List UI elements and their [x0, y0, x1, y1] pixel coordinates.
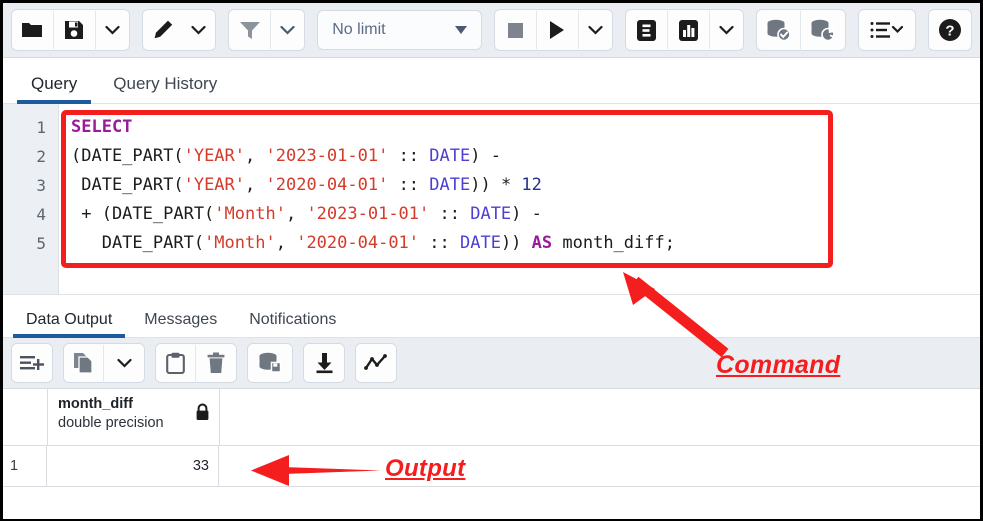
annotation-command-label: Command: [716, 351, 840, 380]
add-row-button[interactable]: [12, 345, 52, 381]
query-tool-window: No limit: [0, 0, 983, 521]
code-line: DATE_PART('YEAR', '2020-04-01' :: DATE))…: [71, 171, 980, 200]
execute-button[interactable]: [537, 11, 579, 49]
row-edit-group: [11, 343, 53, 383]
tab-data-output[interactable]: Data Output: [13, 311, 125, 337]
delete-button[interactable]: [196, 345, 236, 381]
grid-rownum-header: [3, 389, 48, 445]
svg-text:?: ?: [945, 23, 954, 40]
line-number: 4: [3, 200, 58, 229]
column-type: double precision: [58, 414, 211, 433]
save-data-button[interactable]: [248, 345, 292, 381]
explain-analyze-button[interactable]: [668, 11, 710, 49]
chevron-down-icon: [455, 26, 467, 34]
help-group: ?: [928, 9, 972, 51]
stop-button[interactable]: [495, 11, 537, 49]
code-line: (DATE_PART('YEAR', '2023-01-01' :: DATE)…: [71, 142, 980, 171]
execute-group: [494, 9, 613, 51]
column-name: month_diff: [58, 395, 211, 414]
filter-button[interactable]: [229, 11, 271, 49]
query-toolbar: No limit: [3, 3, 980, 58]
edit-dropdown-button[interactable]: [182, 11, 215, 49]
query-tab-bar: Query Query History: [3, 58, 980, 104]
lock-icon: [195, 403, 210, 426]
help-button[interactable]: ?: [929, 11, 971, 49]
code-line: + (DATE_PART('Month', '2023-01-01' :: DA…: [71, 200, 980, 229]
sql-code-area[interactable]: SELECT (DATE_PART('YEAR', '2023-01-01' :…: [59, 104, 980, 294]
transaction-group: [756, 9, 846, 51]
row-limit-value: No limit: [332, 21, 385, 39]
copy-button[interactable]: [64, 345, 104, 381]
paste-delete-group: [155, 343, 237, 383]
macro-group: [858, 9, 917, 51]
line-number: 3: [3, 171, 58, 200]
open-file-button[interactable]: [12, 11, 54, 49]
save-dropdown-button[interactable]: [96, 11, 129, 49]
filter-group: [228, 9, 305, 51]
commit-button[interactable]: [757, 11, 801, 49]
grid-header-row: month_diff double precision: [3, 389, 980, 446]
sql-editor[interactable]: 1 2 3 4 5 SELECT (DATE_PART('YEAR', '202…: [3, 104, 980, 294]
line-number-gutter: 1 2 3 4 5: [3, 104, 59, 294]
output-tab-bar: Data Output Messages Notifications: [3, 294, 980, 338]
annotation-output-label: Output: [385, 455, 465, 483]
code-line: DATE_PART('Month', '2020-04-01' :: DATE)…: [71, 229, 980, 258]
line-number: 2: [3, 142, 58, 171]
row-limit-select[interactable]: No limit: [317, 10, 482, 50]
paste-button[interactable]: [156, 345, 196, 381]
tab-query-history[interactable]: Query History: [99, 74, 231, 103]
line-number: 5: [3, 229, 58, 258]
macros-button[interactable]: [859, 11, 916, 49]
tab-messages[interactable]: Messages: [131, 311, 230, 337]
tab-query[interactable]: Query: [17, 74, 91, 103]
grid-column-header-month-diff[interactable]: month_diff double precision: [48, 389, 220, 445]
file-group: [11, 9, 130, 51]
row-number: 1: [3, 446, 47, 486]
result-grid[interactable]: month_diff double precision 1 33: [3, 389, 980, 519]
edit-button[interactable]: [143, 11, 182, 49]
save-data-group: [247, 343, 293, 383]
explain-button[interactable]: [626, 11, 668, 49]
graph-visualiser-button[interactable]: [356, 345, 396, 381]
cell-month-diff[interactable]: 33: [47, 446, 219, 486]
explain-dropdown-button[interactable]: [710, 11, 743, 49]
explain-group: [625, 9, 744, 51]
table-row[interactable]: 1 33: [3, 446, 980, 487]
execute-dropdown-button[interactable]: [579, 11, 612, 49]
edit-group: [142, 9, 216, 51]
rollback-button[interactable]: [801, 11, 845, 49]
copy-dropdown-button[interactable]: [104, 345, 144, 381]
save-file-button[interactable]: [54, 11, 96, 49]
copy-group: [63, 343, 145, 383]
graph-group: [355, 343, 397, 383]
line-number: 1: [3, 113, 58, 142]
tab-notifications[interactable]: Notifications: [236, 311, 349, 337]
filter-dropdown-button[interactable]: [271, 11, 304, 49]
download-button[interactable]: [304, 345, 344, 381]
code-line: SELECT: [71, 113, 980, 142]
download-group: [303, 343, 345, 383]
